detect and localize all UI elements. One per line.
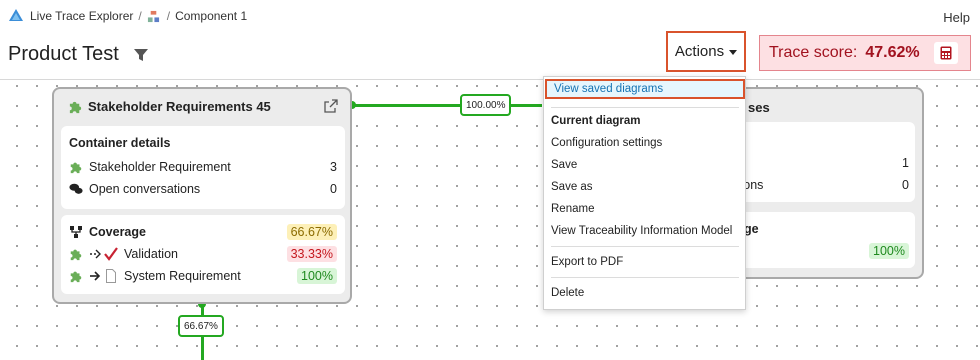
actions-label: Actions: [674, 43, 725, 60]
coverage-panel: age 100%: [729, 212, 915, 268]
document-icon: [106, 269, 116, 283]
app-logo-icon: [9, 9, 23, 21]
menu-item-delete[interactable]: Delete: [544, 283, 745, 303]
menu-divider: [551, 246, 739, 247]
trace-score-value: 47.62%: [865, 44, 920, 61]
caret-down-icon: [729, 49, 738, 55]
calculator-button[interactable]: [934, 42, 958, 64]
menu-divider: [551, 277, 739, 278]
list-item: tions 0: [737, 176, 909, 194]
list-item: 1: [737, 154, 909, 172]
trace-score-badge: Trace score: 47.62%: [759, 35, 971, 71]
menu-item-save[interactable]: Save: [544, 155, 745, 175]
menu-divider: [551, 107, 739, 108]
row-label: System Requirement: [124, 269, 241, 283]
puzzle-icon: [70, 249, 82, 261]
row-label: Open conversations: [89, 182, 201, 196]
breadcrumb-component[interactable]: Component 1: [175, 9, 247, 23]
stakeholder-requirements-card[interactable]: Stakeholder Requirements 45 Container de…: [52, 87, 352, 304]
card-title-fragment: ses: [748, 100, 770, 115]
coverage-header: Coverage 66.67%: [69, 223, 337, 241]
menu-item-rename[interactable]: Rename: [544, 199, 745, 219]
menu-heading-current-diagram: Current diagram: [551, 115, 641, 127]
row-value-badge: 33.33%: [286, 246, 337, 262]
row-value: 1: [902, 156, 909, 170]
conversation-icon: [69, 183, 83, 194]
coverage-panel: Coverage 66.67% Validation 33.33% System…: [61, 215, 345, 294]
coverage-header: age: [737, 220, 909, 238]
menu-item-save-as[interactable]: Save as: [544, 177, 745, 197]
connector-label-horizontal[interactable]: 100.00%: [460, 94, 512, 116]
container-details-panel: Container details Stakeholder Requiremen…: [61, 126, 345, 209]
card-header: Stakeholder Requirements 45: [68, 99, 271, 114]
list-item: 100%: [737, 242, 909, 260]
arrow-right-icon: [90, 271, 101, 281]
menu-item-configuration-settings[interactable]: Configuration settings: [544, 133, 745, 153]
menu-item-view-traceability-model[interactable]: View Traceability Information Model: [544, 221, 745, 241]
row-label: Validation: [124, 247, 178, 261]
coverage-heading-fragment: age: [737, 222, 759, 236]
list-item: Stakeholder Requirement 3: [69, 158, 337, 176]
open-external-icon[interactable]: [324, 99, 338, 113]
top-bar: Live Trace Explorer / / Component 1 Help: [0, 0, 980, 34]
actions-button[interactable]: Actions: [666, 31, 746, 72]
row-label-fragment: tions: [737, 178, 764, 192]
breadcrumb-app[interactable]: Live Trace Explorer: [30, 9, 133, 23]
row-value: 0: [330, 182, 337, 196]
coverage-value-badge: 66.67%: [286, 224, 337, 240]
help-link[interactable]: Help: [943, 10, 970, 25]
container-details-panel: 1 tions 0: [729, 122, 915, 202]
page-title: Product Test: [8, 43, 119, 65]
list-item: Open conversations 0: [69, 180, 337, 198]
hierarchy-icon: [70, 226, 82, 238]
list-item: Validation 33.33%: [69, 245, 337, 263]
puzzle-icon: [70, 271, 82, 283]
right-container-card[interactable]: ses 1 tions 0 age 100%: [720, 87, 924, 279]
puzzle-icon: [69, 101, 82, 114]
row-value: 0: [902, 178, 909, 192]
container-details-heading: Container details: [69, 136, 171, 150]
connector-horizontal: [352, 104, 542, 107]
puzzle-icon: [70, 162, 82, 174]
coverage-heading: Coverage: [89, 225, 146, 239]
list-item: System Requirement 100%: [69, 267, 337, 285]
breadcrumb: Live Trace Explorer / / Component 1: [8, 8, 247, 24]
card-title: Stakeholder Requirements 45: [88, 99, 271, 114]
hierarchy-icon: [147, 10, 159, 22]
breadcrumb-separator: /: [138, 9, 142, 23]
connector-label-vertical[interactable]: 66.67%: [178, 315, 224, 337]
breadcrumb-separator: /: [166, 9, 171, 23]
coverage-value-badge: 100%: [869, 243, 909, 259]
dashed-arrow-icon: [90, 249, 101, 259]
calculator-icon: [940, 46, 952, 60]
row-value-badge: 100%: [297, 268, 337, 284]
filter-icon[interactable]: [133, 47, 149, 63]
menu-item-export-pdf[interactable]: Export to PDF: [544, 252, 745, 272]
menu-item-view-saved-diagrams[interactable]: View saved diagrams: [545, 79, 745, 99]
validation-check-icon: [104, 247, 118, 261]
row-label: Stakeholder Requirement: [89, 160, 231, 174]
trace-score-label: Trace score:: [769, 44, 858, 61]
row-value: 3: [330, 160, 337, 174]
actions-dropdown-menu: View saved diagrams Current diagram Conf…: [543, 76, 746, 310]
